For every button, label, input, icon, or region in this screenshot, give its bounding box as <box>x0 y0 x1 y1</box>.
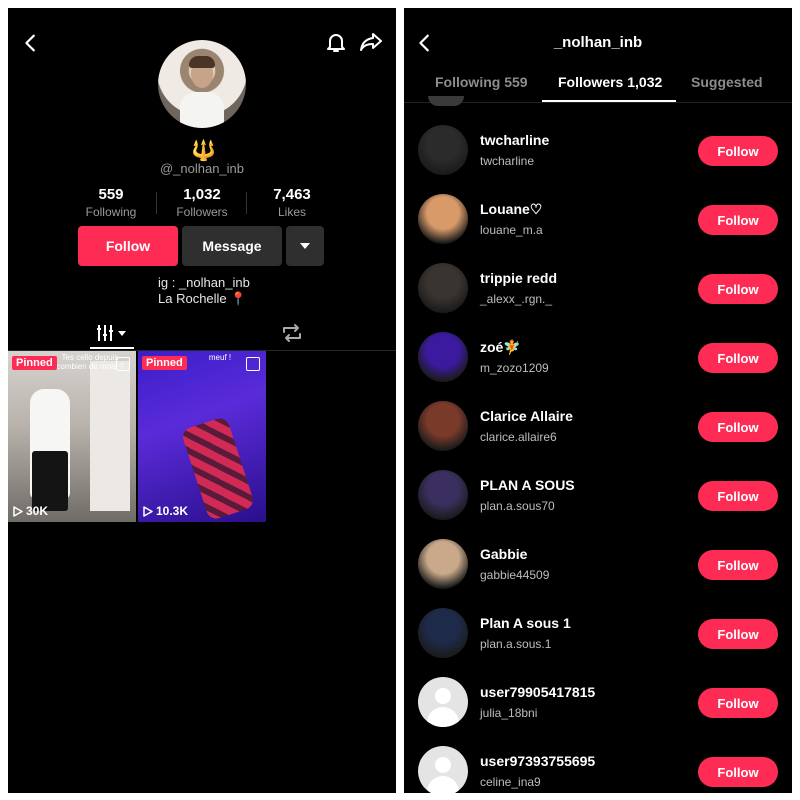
follower-row[interactable]: Gabbie gabbie44509 Follow <box>418 539 778 591</box>
video-thumbnail[interactable]: Tes cello depuis combien de mois ? Pinne… <box>8 351 136 522</box>
tab-repost-icon[interactable] <box>280 322 304 344</box>
follow-button[interactable]: Follow <box>698 136 778 166</box>
follower-row[interactable]: user97393755695 celine_ina9 Follow <box>418 746 778 793</box>
follower-name: twcharline <box>480 132 550 148</box>
follower-avatar[interactable] <box>418 125 468 175</box>
follower-avatar[interactable] <box>418 470 468 520</box>
caret-down-icon <box>300 243 310 249</box>
follower-name: zoé🧚 <box>480 339 521 355</box>
follow-button[interactable]: Follow <box>698 619 778 649</box>
share-arrow-icon[interactable] <box>358 30 384 54</box>
trident-emoji: 🔱 <box>191 140 216 162</box>
bio-line-location: La Rochelle 📍 <box>158 291 247 306</box>
view-count-value: 10.3K <box>156 504 189 518</box>
profile-username: @_nolhan_inb <box>159 161 245 176</box>
page-title: _nolhan_inb <box>553 34 643 51</box>
stat-followers-label: Followers <box>176 205 228 219</box>
follower-avatar[interactable] <box>418 194 468 244</box>
bio-line-instagram: ig : _nolhan_inb <box>158 275 250 290</box>
video-thumbnail[interactable]: meuf ! Pinned 10.3K <box>138 351 266 522</box>
profile-screen: 🔱 @_nolhan_inb 559 Following 1,032 Follo… <box>8 8 396 793</box>
follower-row[interactable]: twcharline twcharline Follow <box>418 125 778 177</box>
active-tab-indicator <box>90 347 134 349</box>
follower-handle: julia_18bni <box>480 706 538 720</box>
follower-row[interactable]: Louane♡ louane_m.a Follow <box>418 194 778 246</box>
follower-row[interactable]: Plan A sous 1 plan.a.sous.1 Follow <box>418 608 778 660</box>
follower-avatar[interactable] <box>418 746 468 793</box>
follow-button[interactable]: Follow <box>698 757 778 787</box>
follower-handle: m_zozo1209 <box>480 361 549 375</box>
follower-name: user79905417815 <box>480 684 596 700</box>
follower-avatar[interactable] <box>418 677 468 727</box>
follower-handle: gabbie44509 <box>480 568 550 582</box>
follower-name: trippie redd <box>480 270 558 286</box>
view-count: 10.3K <box>143 504 188 518</box>
follow-button[interactable]: Follow <box>698 274 778 304</box>
play-icon <box>13 505 23 517</box>
stat-following-value: 559 <box>98 186 124 203</box>
pinned-badge: Pinned <box>142 356 187 370</box>
bell-icon[interactable] <box>324 30 348 54</box>
follower-row[interactable]: user79905417815 julia_18bni Follow <box>418 677 778 729</box>
multi-photo-icon <box>246 357 260 371</box>
follower-name: Louane♡ <box>480 201 543 217</box>
follow-button[interactable]: Follow <box>698 550 778 580</box>
follow-button[interactable]: Follow <box>698 205 778 235</box>
avatar-scrolled-partial <box>428 96 464 106</box>
follower-handle: clarice.allaire6 <box>480 430 557 444</box>
back-arrow-icon[interactable] <box>20 32 42 54</box>
view-count: 30K <box>13 504 48 518</box>
follower-name: PLAN A SOUS <box>480 477 575 493</box>
follower-avatar[interactable] <box>418 608 468 658</box>
follower-row[interactable]: Clarice Allaire clarice.allaire6 Follow <box>418 401 778 453</box>
followers-screen: _nolhan_inb Following 559 Followers 1,03… <box>404 8 792 793</box>
follower-row[interactable]: trippie redd _alexx_.rgn._ Follow <box>418 263 778 315</box>
follower-handle: _alexx_.rgn._ <box>480 292 553 306</box>
follower-handle: celine_ina9 <box>480 775 541 789</box>
follower-avatar[interactable] <box>418 539 468 589</box>
stat-followers-value: 1,032 <box>183 186 221 203</box>
follower-handle: plan.a.sous.1 <box>480 637 552 651</box>
follow-button[interactable]: Follow <box>698 688 778 718</box>
stat-likes[interactable]: 7,463 Likes <box>242 186 342 219</box>
profile-avatar[interactable] <box>158 40 246 128</box>
stat-likes-value: 7,463 <box>273 186 311 203</box>
follow-button[interactable]: Follow <box>698 481 778 511</box>
tab-following[interactable]: Following 559 <box>435 74 528 90</box>
play-icon <box>143 505 153 517</box>
view-count-value: 30K <box>26 504 49 518</box>
more-dropdown-button[interactable] <box>286 226 324 266</box>
stat-likes-label: Likes <box>277 205 306 219</box>
follow-button[interactable]: Follow <box>698 343 778 373</box>
pinned-badge: Pinned <box>12 356 57 370</box>
multi-photo-icon <box>116 357 130 371</box>
tab-videos-grid-icon[interactable] <box>96 322 132 344</box>
tab-suggested[interactable]: Suggested <box>691 74 763 90</box>
follower-handle: twcharline <box>480 154 535 168</box>
follower-name: user97393755695 <box>480 753 596 769</box>
follower-handle: louane_m.a <box>480 223 543 237</box>
stat-following[interactable]: 559 Following <box>61 186 161 219</box>
tab-bar-divider <box>404 102 792 103</box>
follow-button[interactable]: Follow <box>78 226 178 266</box>
active-tab-indicator <box>542 100 676 102</box>
follower-name: Gabbie <box>480 546 528 562</box>
follower-avatar[interactable] <box>418 332 468 382</box>
follower-avatar[interactable] <box>418 263 468 313</box>
stat-following-label: Following <box>85 205 137 219</box>
follower-name: Clarice Allaire <box>480 408 573 424</box>
follower-handle: plan.a.sous70 <box>480 499 555 513</box>
follower-name: Plan A sous 1 <box>480 615 571 631</box>
profile-tabs <box>8 318 396 351</box>
follower-row[interactable]: zoé🧚 m_zozo1209 Follow <box>418 332 778 384</box>
tab-followers[interactable]: Followers 1,032 <box>558 74 662 90</box>
follower-avatar[interactable] <box>418 401 468 451</box>
stat-followers[interactable]: 1,032 Followers <box>152 186 252 219</box>
profile-bio: ig : _nolhan_inb La Rochelle 📍 <box>158 275 250 307</box>
follower-row[interactable]: PLAN A SOUS plan.a.sous70 Follow <box>418 470 778 522</box>
message-button[interactable]: Message <box>182 226 282 266</box>
follow-button[interactable]: Follow <box>698 412 778 442</box>
